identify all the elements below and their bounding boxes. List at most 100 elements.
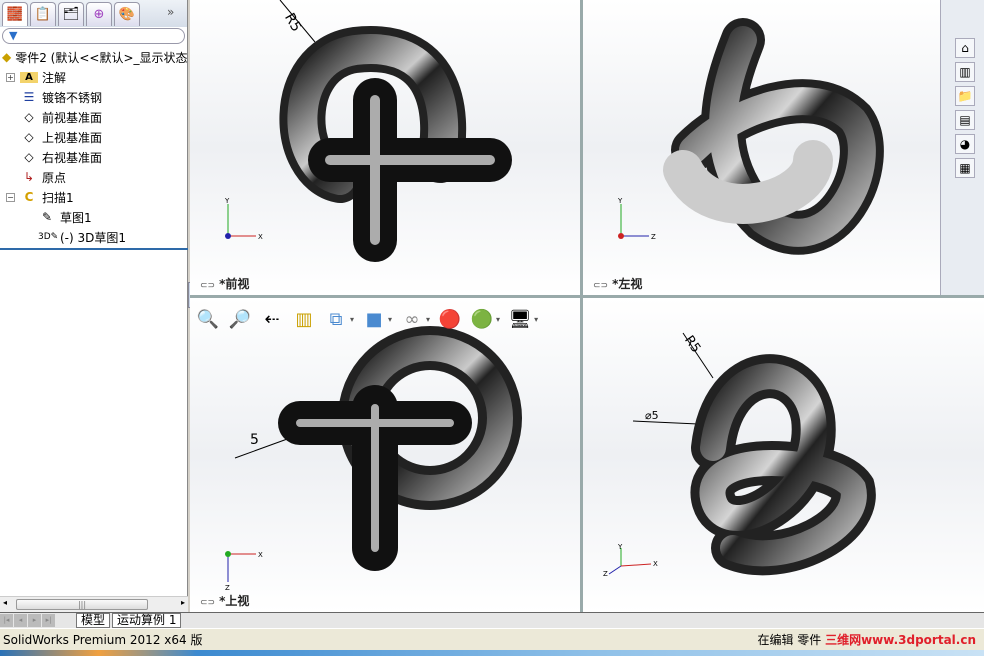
appearances-icon[interactable]: ◕: [955, 134, 975, 154]
watermark: 三维网www.3dportal.cn: [825, 633, 976, 647]
svg-text:X: X: [258, 551, 263, 559]
tree-filter-input[interactable]: ▼: [2, 28, 185, 44]
view-label: ⊂⊃ *前视: [200, 277, 250, 291]
bottom-tab-bar: |◂ ◂ ▸ ▸| 模型 运动算例 1: [0, 612, 984, 628]
file-explorer-icon[interactable]: 📁: [955, 86, 975, 106]
display-style-icon[interactable]: ■: [362, 309, 386, 330]
annotations-icon: A: [20, 71, 38, 83]
svg-text:X: X: [258, 233, 263, 241]
viewport-left[interactable]: YZ ⊂⊃ *左视: [583, 0, 940, 295]
tab-motion-study-1[interactable]: 运动算例 1: [112, 613, 182, 628]
os-taskbar: [0, 650, 984, 656]
zoom-to-area-icon[interactable]: 🔎: [228, 309, 252, 330]
triad-icon: YZ: [617, 197, 656, 241]
tree-item-label: 注解: [42, 70, 67, 85]
triad-icon: YX: [224, 197, 263, 241]
task-pane: ⌂ ▥ 📁 ▤ ◕ ▦: [940, 0, 984, 295]
model-knot-left: [663, 18, 884, 255]
plane-icon: ◇: [24, 130, 34, 144]
tree-item-label: (-) 3D草图1: [60, 230, 127, 245]
view-orientation-icon[interactable]: ⧉: [324, 309, 348, 330]
manager-tabs: 🧱 📋 🗂 ⊕ 🎨 »: [0, 0, 187, 27]
prev-tab-button[interactable]: ◂: [14, 614, 27, 627]
chevron-down-icon[interactable]: ▾: [534, 315, 538, 324]
svg-text:Z: Z: [225, 584, 230, 592]
view-palette-icon[interactable]: ▤: [955, 110, 975, 130]
custom-properties-icon[interactable]: ▦: [955, 158, 975, 178]
more-tabs-button[interactable]: »: [167, 2, 185, 27]
tree-item-part[interactable]: ◆ 零件2 (默认<<默认>_显示状态: [0, 47, 188, 67]
section-view-icon[interactable]: ▥: [292, 309, 316, 330]
hide-show-items-icon[interactable]: ∞: [400, 309, 424, 330]
apply-scene-icon[interactable]: 🟢: [470, 309, 494, 330]
tab-model[interactable]: 模型: [76, 613, 111, 628]
tree-item-label: 草图1: [60, 210, 92, 225]
previous-view-icon[interactable]: ⇠: [260, 309, 284, 330]
part-icon: ◆: [2, 50, 12, 64]
tree-item-3dsketch1[interactable]: 3D✎ (-) 3D草图1: [0, 227, 187, 247]
link-views-icon: ⊂⊃: [593, 281, 609, 291]
tree-item-origin[interactable]: ↳ 原点: [0, 167, 187, 187]
tree-item-right-plane[interactable]: ◇ 右视基准面: [0, 147, 187, 167]
tree-item-label: 扫描1: [42, 190, 74, 205]
next-tab-button[interactable]: ▸: [28, 614, 41, 627]
horizontal-scrollbar[interactable]: ◂ ||| ▸: [0, 596, 188, 612]
triad-icon: XZ: [225, 551, 263, 592]
edit-appearance-icon[interactable]: 🔴: [438, 309, 462, 330]
scrollbar-thumb[interactable]: |||: [16, 599, 148, 610]
filter-icon: ▼: [9, 29, 18, 42]
feature-manager-tab[interactable]: 🧱: [2, 2, 28, 26]
tree-item-label: 镀铬不锈钢: [42, 90, 103, 105]
expand-icon[interactable]: +: [6, 72, 15, 82]
triad-icon: Y X Z: [603, 544, 658, 578]
svg-text:Y: Y: [617, 197, 623, 205]
display-manager-tab[interactable]: 🎨: [114, 2, 140, 26]
link-views-icon: ⊂⊃: [200, 281, 216, 291]
home-icon[interactable]: ⌂: [955, 38, 975, 58]
viewport-isometric[interactable]: R5 ⌀5 Y X Z: [583, 298, 984, 612]
plane-icon: ◇: [24, 110, 34, 124]
panel-divider: [0, 248, 188, 250]
svg-text:Y: Y: [224, 197, 230, 205]
tree-item-material[interactable]: ☰ 镀铬不锈钢: [0, 87, 187, 107]
view-settings-icon[interactable]: 🖥: [508, 309, 532, 330]
tree-item-front-plane[interactable]: ◇ 前视基准面: [0, 107, 187, 127]
design-library-icon[interactable]: ▥: [955, 62, 975, 82]
tree-item-annotations[interactable]: + A 注解: [0, 67, 187, 87]
origin-icon: ↳: [23, 170, 35, 184]
last-tab-button[interactable]: ▸|: [42, 614, 55, 627]
tree-item-sketch1[interactable]: ✎ 草图1: [0, 207, 187, 227]
feature-tree: ◆ 零件2 (默认<<默认>_显示状态 + A 注解 ☰ 镀铬不锈钢 ◇ 前视基准面 ◇ 上…: [0, 45, 188, 247]
dimension-diameter: ⌀5: [645, 409, 659, 422]
chevron-down-icon[interactable]: ▾: [496, 315, 500, 324]
dimension-r5: R5: [681, 333, 703, 356]
3dsketch-icon: 3D✎: [38, 232, 59, 242]
dimension-r5: R5: [281, 11, 304, 35]
feature-manager-panel: 🧱 📋 🗂 ⊕ 🎨 » ▼ ◆ 零件2 (默认<<默认>_显示状态 + A 注解 ☰ 镀…: [0, 0, 188, 612]
property-manager-tab[interactable]: 📋: [30, 2, 56, 26]
status-bar: SolidWorks Premium 2012 x64 版 在编辑 零件 三维网…: [0, 628, 984, 650]
tree-item-top-plane[interactable]: ◇ 上视基准面: [0, 127, 187, 147]
dimension-5: 5: [250, 432, 259, 448]
chevron-down-icon[interactable]: ▾: [388, 315, 392, 324]
svg-text:X: X: [653, 560, 658, 568]
model-knot-front: R5: [279, 0, 512, 262]
chevron-down-icon[interactable]: ▾: [350, 315, 354, 324]
tree-item-label: 原点: [42, 170, 67, 185]
tree-item-sweep[interactable]: − C 扫描1: [0, 187, 187, 207]
viewport-front[interactable]: R5 YX ⊂⊃ *前视: [190, 0, 580, 295]
svg-text:Z: Z: [603, 570, 608, 578]
dimxpert-manager-tab[interactable]: ⊕: [86, 2, 112, 26]
viewport-top[interactable]: 5 XZ ⊂⊃ *上视: [190, 298, 580, 612]
collapse-icon[interactable]: −: [6, 192, 15, 202]
configuration-manager-tab[interactable]: 🗂: [58, 2, 84, 26]
status-editing: 在编辑 零件: [757, 633, 822, 647]
link-views-icon: ⊂⊃: [200, 598, 216, 608]
viewport-splitter-vertical[interactable]: [580, 0, 583, 612]
first-tab-button[interactable]: |◂: [0, 614, 13, 627]
chevron-down-icon[interactable]: ▾: [426, 315, 430, 324]
heads-up-view-toolbar: 🔍 🔎 ⇠ ▥ ⧉ ▾ ■ ▾ ∞ ▾ 🔴 🟢 ▾ 🖥 ▾: [196, 302, 538, 336]
zoom-to-fit-icon[interactable]: 🔍: [196, 309, 220, 330]
svg-text:Y: Y: [617, 544, 623, 551]
viewport-splitter-horizontal[interactable]: [190, 295, 984, 298]
